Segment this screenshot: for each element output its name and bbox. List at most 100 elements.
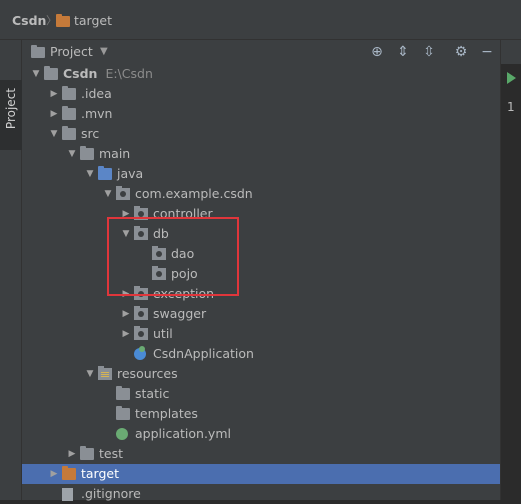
spring-boot-class-icon <box>134 346 146 360</box>
tree-row[interactable]: pojo <box>22 264 500 284</box>
project-view-icon <box>31 45 45 58</box>
tree-item-label: .gitignore <box>81 484 141 504</box>
folder-icon <box>62 86 76 100</box>
tree-item-label: main <box>99 144 130 164</box>
project-tree: ▼ Csdn E:\Csdn ▶ .idea ▶ .mvn ▼ src ▼ main ▼ java ▼ co… <box>22 64 500 501</box>
tree-row[interactable]: templates <box>22 404 500 424</box>
folder-icon <box>62 106 76 120</box>
chevron-down-icon[interactable]: ▼ <box>84 164 96 184</box>
tree-row[interactable]: ▶ .mvn <box>22 104 500 124</box>
tree-item-label: application.yml <box>135 424 231 444</box>
tree-row[interactable]: ▶ exception <box>22 284 500 304</box>
tree-row[interactable]: .gitignore <box>22 484 500 504</box>
breadcrumb-target[interactable]: target <box>56 12 112 30</box>
locate-icon[interactable]: ⊕ <box>368 43 386 61</box>
tree-item-name: test <box>99 446 124 461</box>
tree-item-label: java <box>117 164 143 184</box>
tree-item-label: templates <box>135 404 198 424</box>
collapse-all-icon[interactable]: ⇳ <box>420 43 438 61</box>
tree-row[interactable]: ▶ .idea <box>22 84 500 104</box>
package-icon <box>116 186 130 200</box>
tree-item-name: pojo <box>171 266 198 281</box>
tree-row[interactable]: dao <box>22 244 500 264</box>
tree-row[interactable]: ▼ db <box>22 224 500 244</box>
tree-item-label: target <box>81 464 119 484</box>
chevron-down-icon[interactable]: ▼ <box>120 224 132 244</box>
chevron-down-icon[interactable]: ▼ <box>84 364 96 384</box>
tree-row[interactable]: CsdnApplication <box>22 344 500 364</box>
file-icon <box>62 488 73 501</box>
tree-row[interactable]: ▶ controller <box>22 204 500 224</box>
tree-item-name: src <box>81 126 100 141</box>
package-icon <box>134 306 148 320</box>
package-icon <box>152 266 166 280</box>
tree-item-name: target <box>81 466 120 481</box>
tree-item-label: static <box>135 384 169 404</box>
tree-item-path: E:\Csdn <box>105 66 153 81</box>
chevron-right-icon[interactable]: ▶ <box>120 204 132 224</box>
tree-item-name: application.yml <box>135 426 231 441</box>
chevron-right-icon[interactable]: ▶ <box>48 104 60 124</box>
tree-row[interactable]: static <box>22 384 500 404</box>
left-tool-strip: Project <box>0 40 22 500</box>
chevron-down-icon[interactable]: ▼ <box>48 124 60 144</box>
resources-folder-icon <box>98 366 112 380</box>
tree-row[interactable]: ▼ com.example.csdn <box>22 184 500 204</box>
tree-item-name: dao <box>171 246 195 261</box>
minimize-icon[interactable]: − <box>478 43 496 61</box>
tree-item-name: java <box>117 166 144 181</box>
chevron-down-icon[interactable]: ▼ <box>30 64 42 84</box>
chevron-right-icon[interactable]: ▶ <box>120 284 132 304</box>
chevron-right-icon[interactable]: ▶ <box>120 324 132 344</box>
tree-row[interactable]: ▶ util <box>22 324 500 344</box>
chevron-right-icon[interactable]: ▶ <box>66 444 78 464</box>
excluded-folder-icon <box>62 466 76 480</box>
package-icon <box>134 326 148 340</box>
run-icon[interactable] <box>507 72 516 84</box>
chevron-right-icon[interactable]: ▶ <box>48 464 60 484</box>
source-folder-icon <box>98 166 112 180</box>
project-panel-header: Project ▼ ⊕ ⇕ ⇳ ⚙ − <box>22 40 500 64</box>
project-view-title[interactable]: Project <box>50 43 93 61</box>
tree-item-label: test <box>99 444 123 464</box>
tree-row[interactable]: ▼ java <box>22 164 500 184</box>
tree-row[interactable]: ▼ resources <box>22 364 500 384</box>
tree-item-name: .mvn <box>81 106 113 121</box>
tree-row[interactable]: ▶ target <box>22 464 500 484</box>
package-icon <box>134 226 148 240</box>
tree-row[interactable]: ▼ main <box>22 144 500 164</box>
tree-item-name: util <box>153 326 173 341</box>
tree-item-label: controller <box>153 204 213 224</box>
tree-item-label: exception <box>153 284 214 304</box>
line-number: 1 <box>507 100 515 114</box>
tree-item-name: CsdnApplication <box>153 346 254 361</box>
tree-row[interactable]: ▶ swagger <box>22 304 500 324</box>
tree-row[interactable]: ▼ Csdn E:\Csdn <box>22 64 500 84</box>
tree-item-name: .gitignore <box>81 486 141 501</box>
project-tool-tab-label: Project <box>4 88 18 130</box>
folder-icon <box>80 146 94 160</box>
chevron-down-icon[interactable]: ▼ <box>100 43 108 61</box>
chevron-down-icon[interactable]: ▼ <box>66 144 78 164</box>
folder-icon <box>56 14 70 27</box>
editor-area: 1 <box>500 40 521 500</box>
tree-item-name: templates <box>135 406 198 421</box>
tree-item-name: resources <box>117 366 178 381</box>
folder-icon <box>80 446 94 460</box>
tree-item-label: resources <box>117 364 178 384</box>
tree-row[interactable]: ▼ src <box>22 124 500 144</box>
project-tool-tab[interactable]: Project <box>0 80 22 150</box>
chevron-right-icon[interactable]: ▶ <box>120 304 132 324</box>
gear-icon[interactable]: ⚙ <box>452 43 470 61</box>
chevron-down-icon[interactable]: ▼ <box>102 184 114 204</box>
expand-all-icon[interactable]: ⇕ <box>394 43 412 61</box>
tree-row[interactable]: application.yml <box>22 424 500 444</box>
chevron-right-icon[interactable]: ▶ <box>48 84 60 104</box>
package-icon <box>152 246 166 260</box>
tree-item-label: pojo <box>171 264 198 284</box>
tree-item-name: exception <box>153 286 215 301</box>
tree-row[interactable]: ▶ test <box>22 444 500 464</box>
tree-item-name: controller <box>153 206 213 221</box>
breadcrumb-project[interactable]: Csdn <box>12 12 46 30</box>
tree-item-label: .idea <box>81 84 112 104</box>
